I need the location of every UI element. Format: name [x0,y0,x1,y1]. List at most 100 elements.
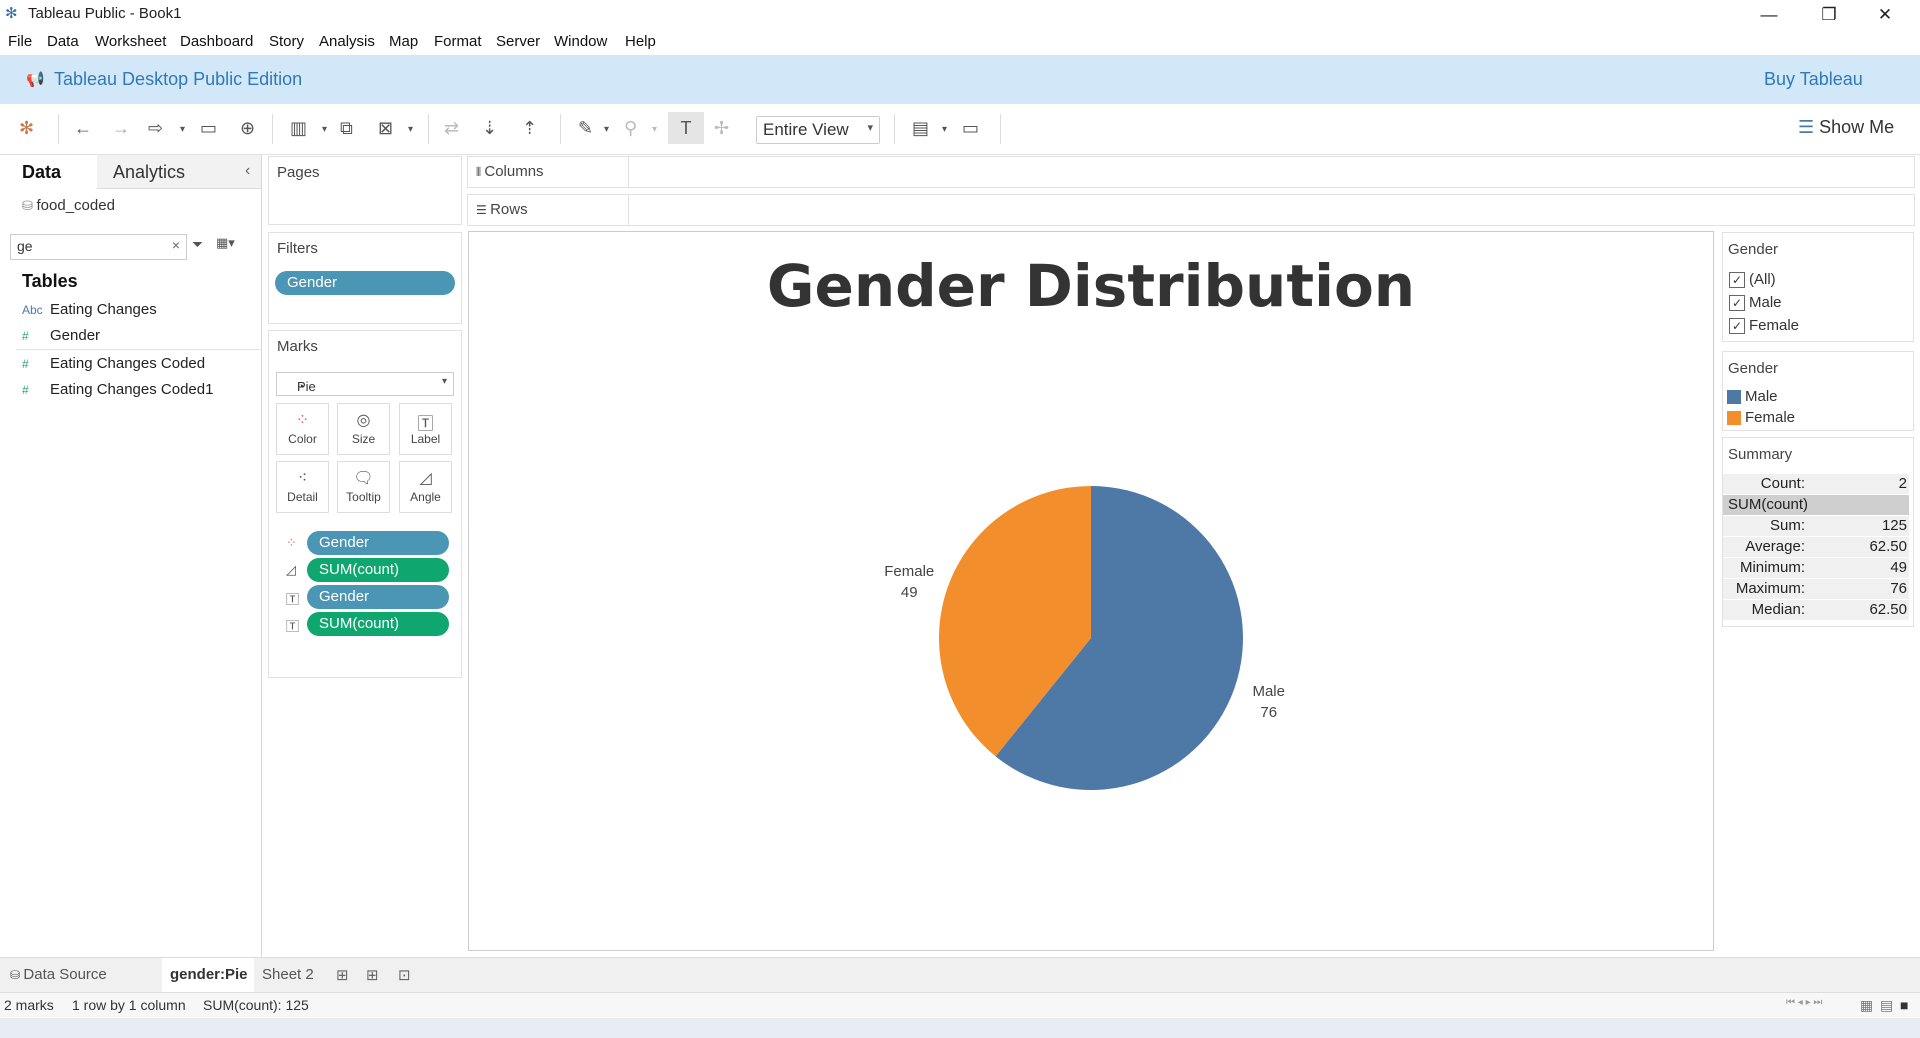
buy-tableau-link[interactable]: Buy Tableau [1764,69,1863,90]
sort-ascending-icon[interactable]: ⇣ [482,118,497,139]
fix-axes-icon[interactable]: ✢ [714,118,729,139]
view-options-icon[interactable]: ▦▾ [216,235,235,251]
new-story-icon[interactable]: ⊡ [398,966,411,984]
chevron-down-icon[interactable]: ▾ [180,124,185,135]
field-eating-changes[interactable]: Abc Eating Changes [22,301,157,318]
checkbox-all[interactable]: ✓ [1729,272,1745,288]
tableau-home-icon[interactable]: ✻ [19,118,34,139]
chevron-down-icon[interactable]: ▾ [408,124,413,135]
tab-analytics[interactable]: Analytics ‹ [97,155,261,189]
pages-heading: Pages [277,164,320,181]
collapse-pane-icon[interactable]: ‹ [245,162,250,180]
group-members-icon[interactable]: ⚲ [624,118,637,139]
menu-dashboard[interactable]: Dashboard [180,33,253,50]
menu-format[interactable]: Format [434,33,482,50]
menu-help[interactable]: Help [625,33,656,50]
marks-pill-sum-count-label[interactable]: SUM(count) [307,612,449,636]
new-dashboard-icon[interactable]: ⊞ [366,966,379,984]
filters-shelf[interactable]: Filters Gender [268,232,462,324]
new-datasource-icon[interactable]: ⊕ [240,118,255,139]
window-title: Tableau Public - Book1 [28,5,182,22]
legend-item-female[interactable]: Female [1745,409,1795,426]
field-eating-changes-coded1[interactable]: # Eating Changes Coded1 [22,381,213,398]
filter-icon[interactable]: ⏷ [192,236,203,253]
filter-option-male[interactable]: Male [1749,294,1782,311]
angle-icon: ◿ [419,470,432,487]
menu-window[interactable]: Window [554,33,607,50]
angle-button[interactable]: ◿ Angle [399,461,452,513]
clear-sheet-icon[interactable]: ⊠ [378,118,393,139]
sort-descending-icon[interactable]: ⇡ [522,118,537,139]
sheet-nav-icon[interactable]: ⏮ ◂ ▸ ⏭ [1786,997,1822,1008]
highlight-icon[interactable]: ✎ [578,118,593,139]
menu-analysis[interactable]: Analysis [319,33,375,50]
show-cards-icon[interactable]: ▤ [912,118,929,139]
undo-icon[interactable]: ← [74,118,92,139]
legend-item-male[interactable]: Male [1745,388,1778,405]
marks-heading: Marks [277,338,318,355]
checkbox-female[interactable]: ✓ [1729,318,1745,334]
pages-shelf[interactable]: Pages [268,156,462,225]
menu-file[interactable]: File [8,33,32,50]
new-worksheet-icon[interactable]: ▥ [290,118,307,139]
tabs-icon[interactable]: ■ [1900,997,1908,1013]
new-worksheet-icon[interactable]: ⊞ [336,966,349,984]
sheet-sorter-icon[interactable]: ▦ [1860,997,1873,1014]
show-me-button[interactable]: ☰ Show Me [1798,117,1894,138]
menu-data[interactable]: Data [47,33,79,50]
show-mark-labels-icon[interactable]: T [668,112,704,144]
fit-view-select[interactable]: Entire View ▾ [756,116,880,144]
edition-banner: 📢 Tableau Desktop Public Edition Buy Tab… [0,55,1920,104]
tab-gender-pie[interactable]: gender:Pie [162,958,254,992]
field-gender[interactable]: # Gender [22,327,100,344]
tooltip-button[interactable]: 🗨 Tooltip [337,461,390,513]
marks-pill-gender-color[interactable]: Gender [307,531,449,555]
menu-story[interactable]: Story [269,33,304,50]
detail-button[interactable]: ⁖ Detail [276,461,329,513]
label-button[interactable]: 🅃 Label [399,403,452,455]
color-button[interactable]: ⁘ Color [276,403,329,455]
filter-pill-gender[interactable]: Gender [275,271,455,295]
checkbox-male[interactable]: ✓ [1729,295,1745,311]
datasource-item[interactable]: ⛁ food_coded [22,197,115,214]
chevron-down-icon[interactable]: ▾ [942,124,947,135]
menu-server[interactable]: Server [496,33,540,50]
chevron-down-icon[interactable]: ▾ [604,124,609,135]
minimize-icon[interactable]: — [1746,0,1792,29]
filmstrip-icon[interactable]: ▤ [1880,997,1893,1014]
redo-icon[interactable]: → [112,118,130,139]
restore-icon[interactable]: ❐ [1806,0,1852,29]
tab-sheet-2[interactable]: Sheet 2 [262,966,314,983]
close-icon[interactable]: ✕ [1862,0,1908,29]
menu-map[interactable]: Map [389,33,418,50]
tab-data[interactable]: Data [0,155,97,190]
duplicate-sheet-icon[interactable]: ⧉ [340,118,353,139]
menu-worksheet[interactable]: Worksheet [95,33,166,50]
size-button[interactable]: ◎ Size [337,403,390,455]
columns-shelf[interactable]: ⫴ Columns [467,156,1915,188]
worksheet-view[interactable]: Gender Distribution Male 76 Female 49 [468,231,1714,951]
mark-type-select[interactable]: ◔ Pie ▾ [276,372,454,396]
label-icon: 🅃 [286,592,300,607]
rows-shelf[interactable]: ☰ Rows [467,194,1915,226]
swap-rows-columns-icon[interactable]: ⇄ [444,118,459,139]
chevron-down-icon[interactable]: ▾ [322,124,327,135]
pie-chart[interactable]: Male 76 Female 49 [469,232,1713,950]
replay-icon[interactable]: ⇨ [148,118,163,139]
filter-option-female[interactable]: Female [1749,317,1799,334]
tab-data-source[interactable]: ⛁ Data Source [10,966,107,983]
gender-filter-card: Gender ✓ (All) ✓ Male ✓ Female [1722,232,1914,342]
filter-option-all[interactable]: (All) [1749,271,1776,288]
legend-title: Gender [1728,360,1779,377]
marks-pill-gender-label[interactable]: Gender [307,585,449,609]
presentation-mode-icon[interactable]: ▭ [962,118,979,139]
marks-pill-sum-count-angle[interactable]: SUM(count) [307,558,449,582]
menu-bar: File Data Worksheet Dashboard Story Anal… [0,29,1920,55]
save-icon[interactable]: ▭ [200,118,217,139]
chevron-down-icon[interactable]: ▾ [652,124,657,135]
field-search-input[interactable]: ge × [10,234,187,260]
tooltip-label: Tooltip [346,490,381,504]
field-eating-changes-coded[interactable]: # Eating Changes Coded [22,355,205,372]
color-label: Color [288,432,317,446]
clear-search-icon[interactable]: × [172,237,180,253]
